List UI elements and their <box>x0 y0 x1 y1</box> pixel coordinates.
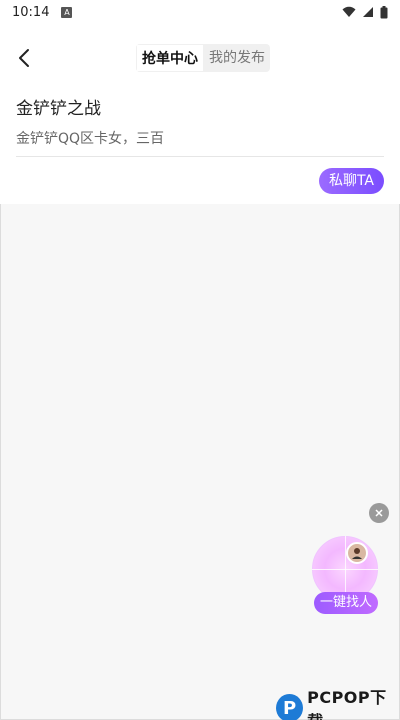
status-bar: 10:14 A <box>0 0 400 24</box>
notification-icon: A <box>61 6 73 18</box>
tab-bar: 抢单中心 我的发布 <box>136 44 270 72</box>
close-floating-button[interactable] <box>369 503 389 523</box>
chevron-left-icon <box>19 49 29 67</box>
find-people-widget[interactable]: 一键找人 <box>310 534 380 614</box>
status-icons <box>342 5 388 19</box>
avatar <box>346 542 368 564</box>
wifi-icon <box>342 6 356 17</box>
post-description: 金铲铲QQ区卡女，三百 <box>16 131 165 147</box>
radar-line <box>312 569 378 570</box>
post-title: 金铲铲之战 <box>16 99 101 119</box>
pcpop-logo-icon: P <box>276 694 304 720</box>
close-icon <box>375 509 383 517</box>
back-button[interactable] <box>12 46 36 70</box>
person-icon <box>352 548 362 559</box>
find-people-label: 一键找人 <box>314 592 379 614</box>
signal-icon <box>363 7 373 17</box>
tab-my-posts[interactable]: 我的发布 <box>204 44 270 72</box>
divider <box>16 156 384 157</box>
post-card: 抢单中心 我的发布 金铲铲之战 金铲铲QQ区卡女，三百 私聊TA <box>0 24 400 204</box>
private-chat-button[interactable]: 私聊TA <box>318 168 384 194</box>
status-time: 10:14 <box>12 4 50 20</box>
watermark-text: PCPOP下载 <box>307 688 387 720</box>
watermark: P PCPOP下载 <box>276 684 400 720</box>
battery-icon <box>380 5 388 18</box>
tab-order-center[interactable]: 抢单中心 <box>136 44 204 72</box>
